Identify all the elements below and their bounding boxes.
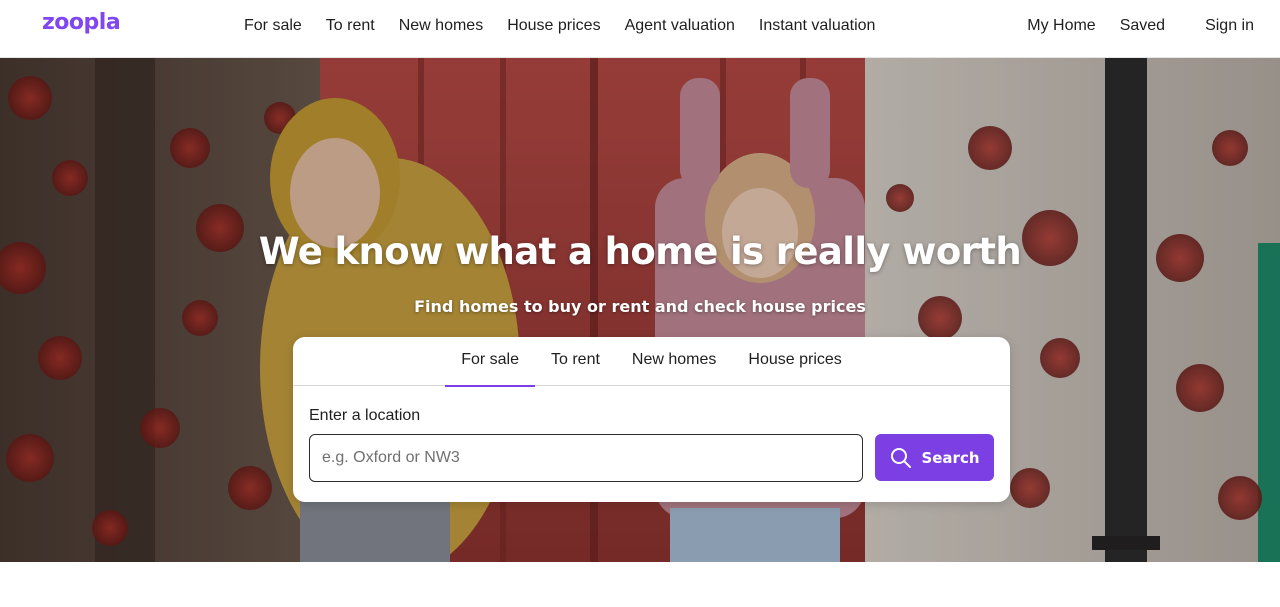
search-tabs: For sale To rent New homes House prices xyxy=(293,337,1010,387)
account-nav: My Home Saved Sign in xyxy=(1015,16,1266,36)
nav-for-sale[interactable]: For sale xyxy=(232,16,314,36)
sign-in-link[interactable]: Sign in xyxy=(1193,16,1266,36)
search-button[interactable]: Search xyxy=(875,434,994,481)
nav-house-prices[interactable]: House prices xyxy=(495,16,612,36)
nav-instant-valuation[interactable]: Instant valuation xyxy=(747,16,888,36)
nav-agent-valuation[interactable]: Agent valuation xyxy=(613,16,747,36)
site-header: zoopla For sale To rent New homes House … xyxy=(0,0,1280,58)
hero-subheadline: Find homes to buy or rent and check hous… xyxy=(414,297,866,316)
search-button-label: Search xyxy=(921,448,980,467)
tab-to-rent[interactable]: To rent xyxy=(535,337,616,386)
nav-saved[interactable]: Saved xyxy=(1108,16,1177,36)
main-nav: For sale To rent New homes House prices … xyxy=(232,16,887,36)
tab-house-prices[interactable]: House prices xyxy=(732,337,857,386)
nav-to-rent[interactable]: To rent xyxy=(314,16,387,36)
nav-new-homes[interactable]: New homes xyxy=(387,16,495,36)
hero-banner: We know what a home is really worth Find… xyxy=(0,58,1280,562)
search-icon xyxy=(889,446,913,470)
search-card: For sale To rent New homes House prices … xyxy=(293,337,1010,502)
zoopla-logo[interactable]: zoopla xyxy=(42,10,121,35)
location-label: Enter a location xyxy=(309,407,421,424)
nav-my-home[interactable]: My Home xyxy=(1015,16,1107,36)
tab-new-homes[interactable]: New homes xyxy=(616,337,732,386)
tab-for-sale[interactable]: For sale xyxy=(445,337,535,387)
location-search-input[interactable] xyxy=(309,434,863,482)
hero-headline: We know what a home is really worth xyxy=(258,230,1022,273)
